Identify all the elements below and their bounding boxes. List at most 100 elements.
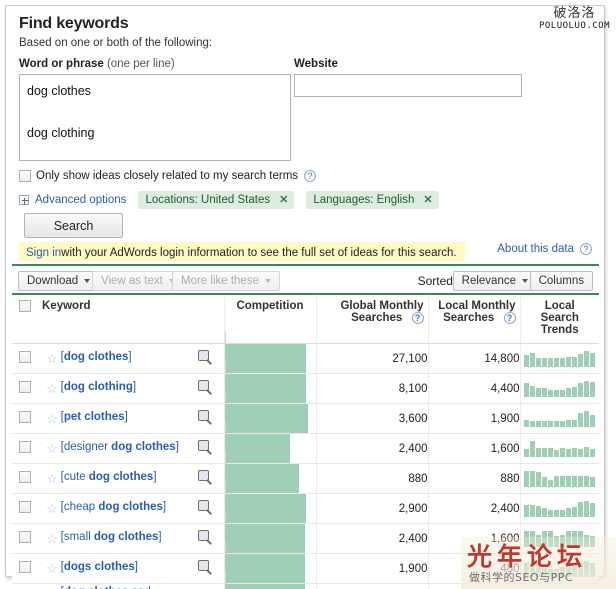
magnifier-icon[interactable] — [198, 499, 213, 515]
star-icon[interactable]: ☆ — [46, 531, 58, 547]
chevron-down-icon — [522, 279, 528, 283]
star-icon[interactable]: ☆ — [46, 441, 58, 457]
website-input[interactable] — [294, 74, 522, 97]
keyword-link[interactable]: [dog clothing] — [61, 381, 136, 394]
trend-sparkline — [523, 440, 596, 457]
only-show-related-row[interactable]: Only show ideas closely related to my se… — [19, 170, 317, 182]
local-search-trend-cell — [519, 493, 599, 524]
more-like-these-button[interactable]: More like these — [172, 271, 280, 291]
local-search-trend-cell — [519, 373, 599, 404]
global-monthly-cell: 27,100 — [315, 343, 428, 374]
competition-cell — [223, 541, 316, 589]
row-checkbox[interactable] — [19, 471, 31, 483]
local-monthly-cell: 1,900 — [427, 403, 520, 434]
competition-cell — [223, 571, 316, 589]
row-checkbox[interactable] — [19, 441, 31, 453]
local-search-trend-cell — [519, 553, 599, 584]
keyword-link[interactable]: [dog clothes] — [61, 351, 132, 364]
global-monthly-cell: 3,600 — [315, 583, 428, 589]
keyword-cell: ☆ [pet clothes] — [38, 403, 198, 434]
download-button[interactable]: Download — [18, 271, 100, 291]
keyword-link[interactable]: [dogs clothes] — [61, 561, 138, 574]
star-icon[interactable]: ☆ — [46, 561, 58, 577]
search-button[interactable]: Search — [24, 213, 123, 238]
chip-locations[interactable]: Locations: United States ✕ — [138, 191, 295, 209]
star-icon[interactable]: ☆ — [46, 411, 58, 427]
row-checkbox[interactable] — [19, 561, 31, 573]
global-monthly-cell: 8,100 — [315, 373, 428, 404]
chip-languages[interactable]: Languages: English ✕ — [306, 191, 439, 209]
select-all-header — [12, 295, 38, 344]
header-keyword[interactable]: Keyword — [38, 295, 224, 344]
star-icon[interactable]: ☆ — [46, 501, 58, 517]
header-trends-line2: Trends — [540, 324, 579, 336]
table-body: ☆ [dog clothes] 27,100 14,800 ☆ [dog clothing… — [12, 331, 599, 589]
website-label: Website — [294, 58, 338, 70]
columns-button[interactable]: Columns — [529, 271, 593, 291]
sort-select[interactable]: Relevance — [452, 271, 537, 291]
keyword-link[interactable]: [designer dog clothes] — [61, 441, 179, 454]
magnifier-icon[interactable] — [198, 529, 213, 545]
row-select-cell — [12, 343, 38, 374]
columns-button-label: Columns — [538, 275, 584, 287]
magnifier-icon[interactable] — [198, 439, 213, 455]
chip-languages-remove-icon[interactable]: ✕ — [423, 193, 432, 206]
local-help-icon[interactable]: ? — [503, 312, 516, 324]
row-select-cell — [12, 493, 38, 524]
global-monthly-cell: 880 — [315, 463, 428, 494]
competition-cell — [223, 331, 316, 386]
star-icon[interactable]: ☆ — [46, 471, 58, 487]
header-competition[interactable]: Competition — [223, 295, 316, 344]
row-select-cell — [12, 463, 38, 494]
header-local-monthly-searches[interactable]: Local Monthly Searches ? — [427, 295, 520, 344]
about-this-data[interactable]: About this data ? — [497, 243, 592, 255]
row-checkbox[interactable] — [19, 531, 31, 543]
table-row: ☆ [designer dog clothes] 2,400 1,600 — [12, 421, 599, 476]
header-local-line2: Searches — [443, 312, 495, 324]
magnifier-icon[interactable] — [198, 409, 213, 425]
keyword-link[interactable]: [cute dog clothes] — [61, 471, 157, 484]
local-monthly-cell: 2,400 — [427, 583, 520, 589]
row-checkbox[interactable] — [19, 351, 31, 363]
expand-plus-icon[interactable] — [19, 195, 29, 205]
keywords-textarea[interactable] — [19, 74, 291, 161]
global-monthly-cell: 2,900 — [315, 493, 428, 524]
view-as-text-button[interactable]: View as text — [92, 271, 184, 291]
keyword-link[interactable]: [small dog clothes] — [61, 531, 162, 544]
row-checkbox[interactable] — [19, 501, 31, 513]
keyword-cell: ☆ [small dog clothes] — [38, 523, 198, 554]
help-question-icon[interactable]: ? — [304, 170, 317, 182]
local-monthly-cell: 2,400 — [427, 493, 520, 524]
keyword-link[interactable]: [cheap dog clothes] — [61, 501, 166, 514]
about-help-icon[interactable]: ? — [580, 243, 592, 255]
local-search-trend-cell — [519, 583, 599, 589]
magnifier-icon[interactable] — [198, 379, 213, 395]
keyword-cell: ☆ [cute dog clothes] — [38, 463, 198, 494]
local-search-trend-cell — [519, 433, 599, 464]
magnifier-icon[interactable] — [198, 469, 213, 485]
global-help-icon[interactable]: ? — [411, 312, 424, 324]
page-title: Find keywords — [19, 15, 129, 32]
trend-sparkline — [523, 530, 596, 547]
local-search-trend-cell — [519, 403, 599, 434]
row-checkbox[interactable] — [19, 381, 31, 393]
trend-sparkline — [523, 380, 596, 397]
select-all-checkbox[interactable] — [19, 300, 31, 312]
keyword-link[interactable]: [pet clothes] — [61, 411, 128, 424]
magnifier-icon[interactable] — [198, 349, 213, 365]
keyword-cell: ☆ [dog clothing] — [38, 373, 198, 404]
row-checkbox[interactable] — [19, 411, 31, 423]
header-global-monthly-searches[interactable]: Global Monthly Searches ? — [315, 295, 428, 344]
chip-locations-remove-icon[interactable]: ✕ — [279, 193, 288, 206]
chip-locations-label: Locations: United States — [145, 193, 271, 206]
advanced-options-link[interactable]: Advanced options — [35, 194, 126, 206]
magnifier-icon[interactable] — [198, 559, 213, 575]
preview-cell — [198, 463, 224, 494]
keyword-cell: ☆ [dogs clothes] — [38, 553, 198, 584]
chevron-down-icon — [84, 279, 91, 283]
star-icon[interactable]: ☆ — [46, 351, 58, 367]
local-search-trend-cell — [519, 343, 599, 374]
star-icon[interactable]: ☆ — [46, 381, 58, 397]
signin-link[interactable]: Sign in — [26, 247, 61, 259]
only-show-related-checkbox[interactable] — [19, 170, 31, 182]
